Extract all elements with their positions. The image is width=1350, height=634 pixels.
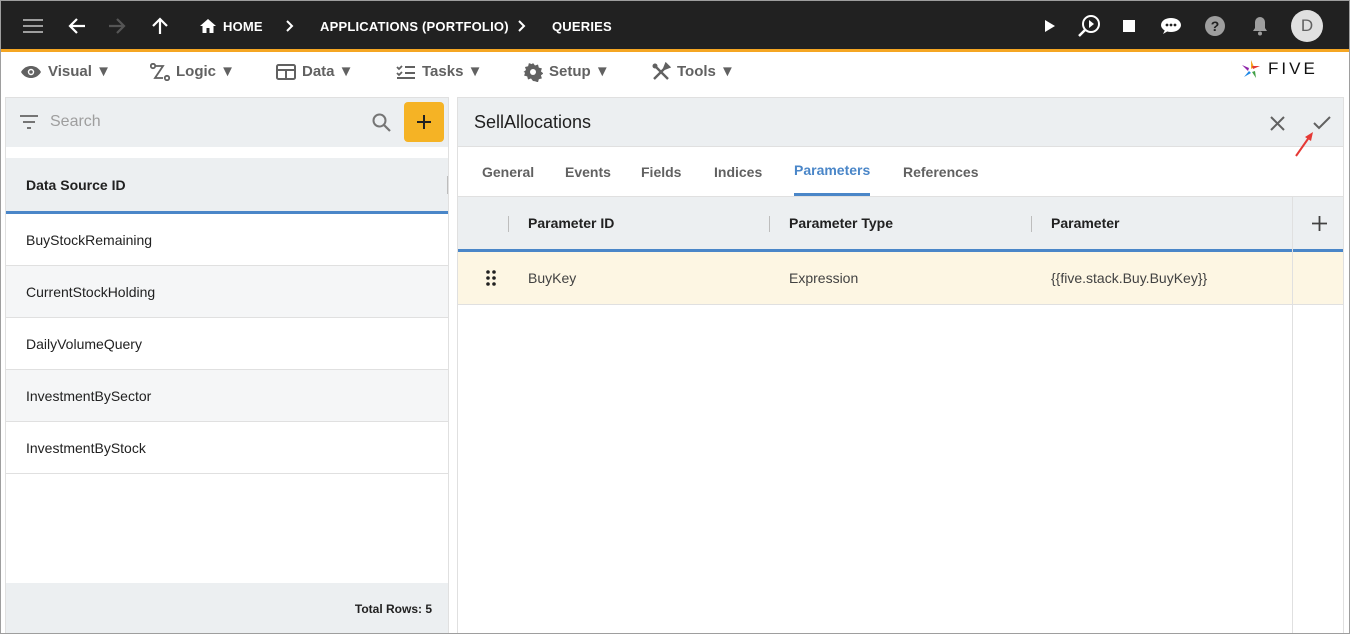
search-icon[interactable]: [372, 113, 391, 132]
column-separator: [1031, 216, 1032, 232]
cell-parameter: {{five.stack.Buy.BuyKey}}: [1051, 270, 1208, 286]
add-button[interactable]: [404, 102, 444, 142]
tab-parameters[interactable]: Parameters: [794, 147, 871, 196]
left-panel: Data Source ID BuyStockRemaining Current…: [5, 97, 449, 634]
form-tabs: General Events Fields Indices Parameters…: [458, 147, 1343, 197]
close-icon: [1269, 115, 1285, 131]
chevron-right-icon: [514, 0, 530, 52]
grid-divider: [1292, 197, 1293, 634]
menu-logic[interactable]: Logic ▼: [150, 55, 235, 88]
column-separator: [769, 216, 770, 232]
column-separator: [447, 176, 448, 194]
list-item[interactable]: BuyStockRemaining: [6, 214, 448, 266]
menu-icon[interactable]: [18, 0, 48, 52]
search-bar: [6, 98, 448, 147]
five-logo-icon: [1242, 60, 1260, 78]
tab-references[interactable]: References: [903, 147, 979, 197]
tab-general[interactable]: General: [482, 147, 534, 197]
menu-data[interactable]: Data ▼: [276, 55, 354, 88]
chevron-right-icon: [282, 0, 298, 52]
tools-icon: [652, 61, 671, 80]
add-row-button[interactable]: [1309, 197, 1329, 249]
cell-parameter-type: Expression: [789, 270, 859, 286]
form-panel: SellAllocations General Events Fields In…: [457, 97, 1344, 634]
list-header[interactable]: Data Source ID: [6, 158, 448, 214]
help-icon[interactable]: ?: [1203, 0, 1227, 52]
total-rows: Total Rows: 5: [6, 583, 448, 634]
five-logo-text: FIVE: [1268, 59, 1318, 78]
breadcrumb-queries[interactable]: QUERIES: [552, 0, 612, 52]
menu-tools-label: Tools ▼: [677, 63, 735, 80]
tab-fields[interactable]: Fields: [641, 147, 681, 197]
table-row[interactable]: BuyKey Expression {{five.stack.Buy.BuyKe…: [458, 252, 1343, 305]
bell-icon[interactable]: [1249, 0, 1271, 52]
forward-arrow-icon[interactable]: [104, 0, 130, 52]
list-item[interactable]: InvestmentBySector: [6, 370, 448, 422]
list-item[interactable]: CurrentStockHolding: [6, 266, 448, 318]
column-separator: [508, 216, 509, 232]
menu-tools[interactable]: Tools ▼: [651, 55, 735, 88]
menu-setup[interactable]: Setup ▼: [523, 55, 610, 88]
back-arrow-icon[interactable]: [64, 0, 90, 52]
menu-logic-label: Logic ▼: [176, 63, 236, 80]
chat-icon[interactable]: [1157, 0, 1185, 52]
checklist-icon: [396, 64, 415, 79]
list-item[interactable]: InvestmentByStock: [6, 422, 448, 474]
menu-visual[interactable]: Visual ▼: [20, 55, 111, 88]
stop-icon[interactable]: [1120, 0, 1138, 52]
search-input[interactable]: [50, 110, 360, 134]
logic-icon: [150, 62, 170, 81]
filter-icon[interactable]: [19, 115, 39, 129]
tab-events[interactable]: Events: [565, 147, 611, 197]
menu-tasks-label: Tasks ▼: [422, 63, 483, 80]
avatar-button[interactable]: D: [1291, 0, 1323, 52]
grid-header: Parameter ID Parameter Type Parameter: [458, 197, 1343, 252]
eye-icon: [21, 65, 41, 78]
home-icon[interactable]: [197, 0, 219, 52]
up-arrow-icon[interactable]: [148, 0, 172, 52]
gear-icon: [523, 62, 543, 82]
close-button[interactable]: [1264, 110, 1290, 136]
breadcrumb-applications[interactable]: APPLICATIONS (PORTFOLIO): [320, 0, 509, 52]
form-title: SellAllocations: [474, 112, 592, 132]
data-source-list: BuyStockRemaining CurrentStockHolding Da…: [6, 214, 448, 474]
menu-data-label: Data ▼: [302, 63, 354, 80]
column-header-parameter-id[interactable]: Parameter ID: [528, 197, 614, 249]
menu-tasks[interactable]: Tasks ▼: [396, 55, 482, 88]
breadcrumb-home[interactable]: HOME: [223, 0, 263, 52]
list-header-label: Data Source ID: [26, 176, 126, 193]
menu-setup-label: Setup ▼: [549, 63, 610, 80]
top-bar: HOME APPLICATIONS (PORTFOLIO) QUERIES ? …: [0, 0, 1350, 52]
list-item[interactable]: DailyVolumeQuery: [6, 318, 448, 370]
cell-parameter-id: BuyKey: [528, 270, 577, 286]
menu-bar: Visual ▼ Logic ▼ Data ▼ Tasks ▼ Setup ▼ …: [0, 55, 1350, 88]
table-icon: [276, 63, 296, 80]
debug-search-icon[interactable]: [1075, 0, 1103, 52]
svg-text:?: ?: [1211, 18, 1220, 34]
five-logo: FIVE: [1240, 57, 1332, 81]
menu-visual-label: Visual ▼: [48, 63, 111, 80]
tab-indices[interactable]: Indices: [714, 147, 762, 197]
drag-handle-icon[interactable]: [486, 252, 496, 304]
column-header-parameter-type[interactable]: Parameter Type: [789, 197, 893, 249]
annotation-arrow-icon: [1295, 132, 1313, 157]
form-header: SellAllocations: [458, 98, 1343, 147]
plus-icon: [1311, 215, 1327, 231]
play-icon[interactable]: [1040, 0, 1060, 52]
plus-icon: [417, 115, 431, 129]
avatar[interactable]: D: [1291, 10, 1323, 42]
column-header-parameter[interactable]: Parameter: [1051, 197, 1120, 249]
